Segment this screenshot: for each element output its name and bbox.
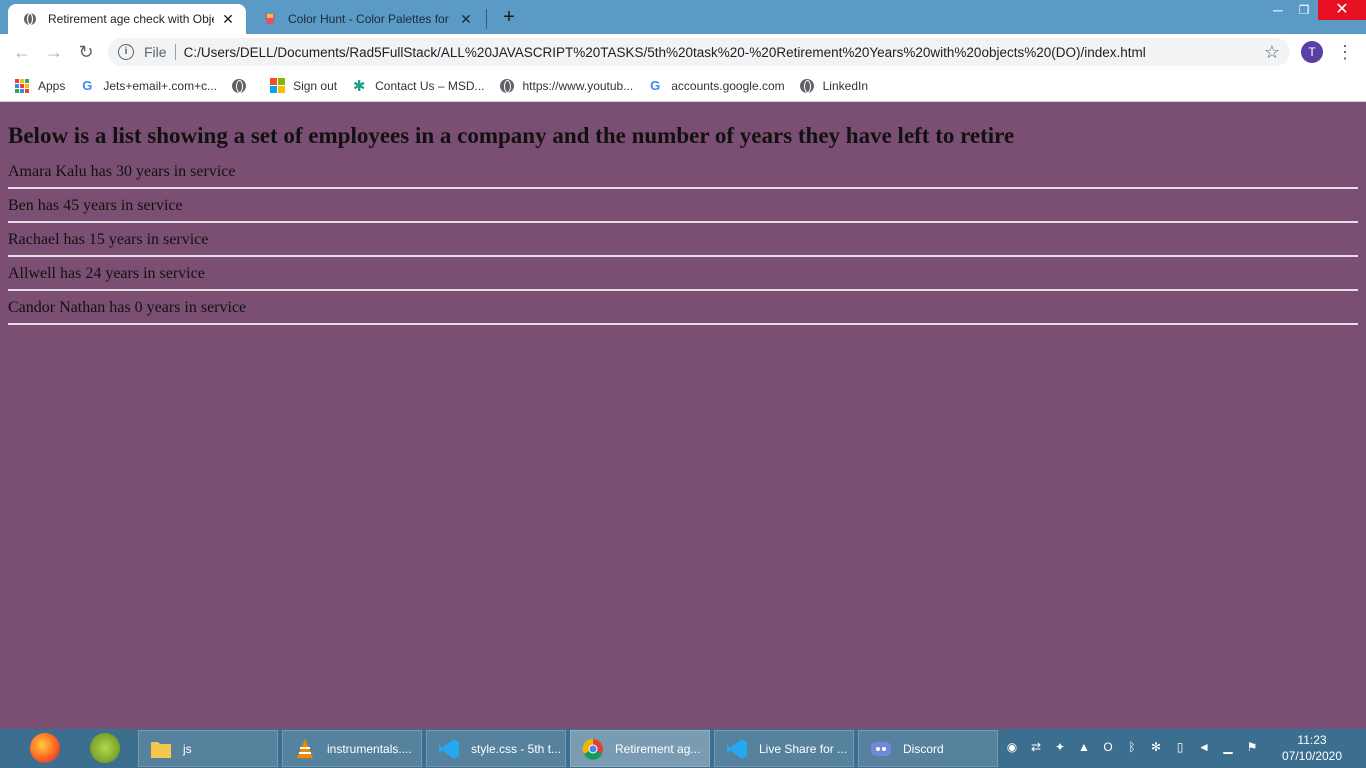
list-item: Ben has 45 years in service (8, 197, 183, 214)
clock-time: 11:23 (1297, 733, 1327, 747)
more-menu-icon[interactable]: ⋮ (1336, 40, 1354, 64)
bookmark-label: https://www.youtub... (522, 78, 634, 93)
url-divider (174, 44, 176, 60)
teamviewer-icon[interactable]: ⇄ (1028, 739, 1044, 755)
bookmark-label: Contact Us – MSD... (375, 78, 485, 93)
new-tab-button[interactable]: + (498, 6, 520, 28)
close-window-button[interactable]: ✕ (1318, 0, 1366, 20)
divider (8, 323, 1358, 325)
list-item: Amara Kalu has 30 years in service (8, 163, 236, 180)
google-icon: G (82, 78, 93, 93)
star-icon[interactable]: ☆ (1264, 42, 1280, 62)
discord-tray-icon[interactable]: ◉ (1004, 739, 1020, 755)
list-item: Allwell has 24 years in service (8, 265, 205, 282)
taskbar-label: Live Share for ... (759, 741, 848, 756)
bookmark-linkedin[interactable]: LinkedIn (799, 78, 868, 94)
bookmark-youtube[interactable]: https://www.youtub... (499, 78, 634, 94)
volume-icon[interactable]: ◄ (1196, 739, 1212, 755)
globe-icon (22, 11, 38, 27)
taskbar-label: Discord (903, 741, 944, 756)
microsoft-icon (269, 78, 285, 94)
taskbar-button-discord[interactable]: Discord (858, 730, 998, 767)
taskbar-button-js[interactable]: js (138, 730, 278, 767)
chameleon-icon[interactable] (90, 733, 120, 763)
tab-retirement[interactable]: Retirement age check with Objec ✕ (8, 4, 246, 34)
tab-separator (486, 9, 487, 29)
taskbar-button-style-css[interactable]: style.css - 5th t... (426, 730, 566, 767)
taskbar-label: style.css - 5th t... (471, 741, 562, 756)
tab-title: Color Hunt - Color Palettes for D (288, 12, 452, 26)
bookmark-apps[interactable]: Apps (14, 78, 65, 94)
clock-date: 07/10/2020 (1281, 749, 1343, 763)
close-icon[interactable]: ✕ (458, 11, 474, 27)
signal-icon[interactable]: ▁ (1220, 739, 1236, 755)
folder-icon (149, 737, 173, 761)
globe-icon (231, 78, 247, 94)
antivirus-icon[interactable]: ✻ (1148, 739, 1164, 755)
battery-icon[interactable]: ▯ (1172, 739, 1188, 755)
vlc-tray-icon[interactable]: ▲ (1076, 739, 1092, 755)
reload-icon[interactable]: ↻ (74, 40, 98, 64)
list-item: Candor Nathan has 0 years in service (8, 299, 247, 316)
divider (8, 255, 1358, 257)
file-scheme-label: File (144, 44, 167, 60)
taskbar-button-chrome[interactable]: Retirement ag... (570, 730, 710, 767)
list-item: Rachael has 15 years in service (8, 231, 209, 248)
vscode-icon (725, 737, 749, 761)
opera-icon[interactable]: O (1100, 739, 1116, 755)
system-tray: ◉ ⇄ ✦ ▲ O ᛒ ✻ ▯ ◄ ▁ ⚑ (1004, 739, 1260, 755)
bookmark-jets-email[interactable]: G Jets+email+.com+c... (79, 78, 217, 94)
taskbar-clock[interactable]: 11:23 07/10/2020 (1276, 732, 1348, 764)
discord-icon (869, 737, 893, 761)
forward-arrow-icon[interactable]: → (42, 40, 66, 64)
taskbar-label: instrumentals.... (327, 741, 412, 756)
chrome-icon (581, 737, 605, 761)
google-icon: G (650, 78, 661, 93)
app-tray-icon[interactable]: ✦ (1052, 739, 1068, 755)
employee-list: Amara Kalu has 30 years in service Ben h… (8, 161, 1358, 325)
globe-icon (799, 78, 815, 94)
bookmark-globe[interactable] (231, 78, 255, 94)
avatar[interactable]: T (1301, 41, 1323, 63)
divider (8, 187, 1358, 189)
apps-grid-icon (14, 78, 30, 94)
browser-toolbar: ← → ↻ i File C:/Users/DELL/Documents/Rad… (0, 34, 1366, 70)
bluetooth-icon[interactable]: ᛒ (1124, 739, 1140, 755)
vlc-icon (293, 737, 317, 761)
taskbar: js instrumentals.... style.css - 5th t..… (0, 729, 1366, 768)
taskbar-button-instrumentals[interactable]: instrumentals.... (282, 730, 422, 767)
page-heading: Below is a list showing a set of employe… (8, 123, 1015, 148)
tab-strip: Retirement age check with Objec ✕ Color … (0, 0, 1366, 34)
vscode-icon (437, 737, 461, 761)
gear-icon: ✱ (352, 77, 366, 95)
bookmark-label: Jets+email+.com+c... (103, 78, 218, 93)
bookmark-contact-us[interactable]: ✱ Contact Us – MSD... (351, 77, 485, 95)
bookmark-sign-out[interactable]: Sign out (269, 78, 337, 94)
divider (8, 221, 1358, 223)
bookmark-label: LinkedIn (822, 78, 868, 93)
color-hunt-icon (262, 11, 278, 27)
tab-title: Retirement age check with Objec (48, 12, 214, 26)
bookmark-google-accounts[interactable]: G accounts.google.com (647, 78, 784, 94)
firefox-icon[interactable] (30, 733, 60, 763)
address-bar[interactable]: i File C:/Users/DELL/Documents/Rad5FullS… (108, 38, 1290, 66)
taskbar-button-live-share[interactable]: Live Share for ... (714, 730, 854, 767)
bookmarks-bar: Apps G Jets+email+.com+c... Sign out ✱ C… (0, 70, 1366, 102)
taskbar-label: js (183, 741, 192, 756)
back-arrow-icon[interactable]: ← (10, 40, 34, 64)
page-content: Below is a list showing a set of employe… (0, 103, 1366, 729)
bookmark-label: Sign out (293, 78, 338, 93)
bookmark-label: accounts.google.com (671, 78, 785, 93)
divider (8, 289, 1358, 291)
tab-color-hunt[interactable]: Color Hunt - Color Palettes for D ✕ (248, 4, 484, 34)
taskbar-label: Retirement ag... (615, 741, 701, 756)
info-icon[interactable]: i (118, 44, 134, 60)
close-icon[interactable]: ✕ (220, 11, 236, 27)
action-center-icon[interactable]: ⚑ (1244, 739, 1260, 755)
globe-icon (499, 78, 515, 94)
bookmark-label: Apps (38, 78, 66, 93)
url-text[interactable]: C:/Users/DELL/Documents/Rad5FullStack/AL… (184, 45, 1290, 60)
